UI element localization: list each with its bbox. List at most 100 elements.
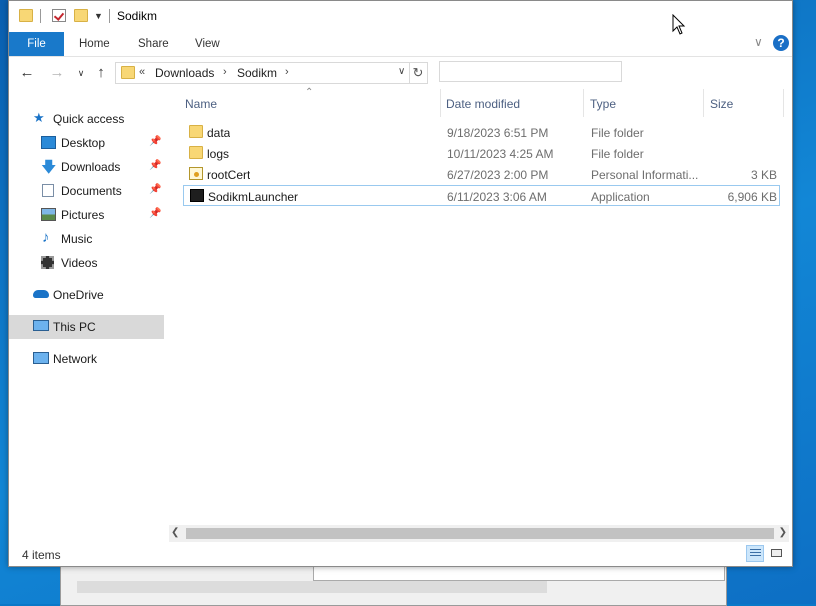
up-arrow-icon[interactable]: ↑ — [91, 63, 111, 83]
star-icon: ★ — [33, 110, 45, 125]
sidebar-item-label: Desktop — [61, 136, 106, 150]
folder-icon — [189, 146, 203, 159]
search-input[interactable] — [439, 61, 622, 82]
tab-home[interactable]: Home — [79, 32, 110, 56]
this-pc-icon — [33, 320, 49, 331]
file-type: File folder — [591, 126, 644, 140]
scroll-left-icon[interactable]: ❮ — [171, 527, 179, 538]
scrollbar-thumb[interactable] — [186, 528, 774, 539]
table-row[interactable]: SodikmLauncher 6/11/2023 3:06 AM Applica… — [183, 185, 780, 206]
folder-icon — [19, 9, 33, 22]
help-icon[interactable]: ? — [773, 35, 789, 51]
file-type: Personal Informati... — [591, 168, 699, 182]
file-type: File folder — [591, 147, 644, 161]
sidebar-item-network[interactable]: Network — [9, 347, 164, 371]
new-folder-icon[interactable] — [74, 9, 88, 22]
file-explorer-window: ▼ Sodikm File Home Share View ∨ ? ← → ∨ … — [8, 0, 793, 567]
breadcrumb-downloads[interactable]: Downloads — [155, 66, 214, 80]
column-headers: ⌃ Name Date modified Type Size — [185, 87, 785, 117]
column-name[interactable]: Name — [185, 97, 217, 111]
large-icons-view-button[interactable] — [768, 545, 786, 562]
tab-file[interactable]: File — [9, 32, 64, 56]
address-bar-row: ← → ∨ ↑ « Downloads › Sodikm › ∨ ↻ — [9, 57, 792, 89]
title-separator — [109, 9, 110, 23]
sidebar-item-label: Music — [61, 232, 93, 246]
pin-icon[interactable]: 📌 — [149, 208, 161, 219]
pin-icon[interactable]: 📌 — [149, 160, 161, 171]
address-overflow[interactable]: « — [139, 66, 145, 78]
certificate-icon — [189, 167, 203, 180]
address-box[interactable]: « Downloads › Sodikm › ∨ — [115, 62, 410, 84]
item-count: 4 items — [22, 548, 61, 562]
column-divider[interactable] — [583, 89, 584, 117]
column-divider[interactable] — [440, 89, 441, 117]
application-icon — [190, 189, 204, 202]
background-window-scrollbar — [77, 581, 547, 593]
status-bar: 4 items — [9, 543, 792, 565]
sidebar-item-label: Quick access — [53, 112, 125, 126]
file-date: 10/11/2023 4:25 AM — [447, 147, 554, 161]
back-arrow-icon[interactable]: ← — [17, 63, 37, 83]
sidebar-item-downloads[interactable]: 🡇 Downloads 📌 — [9, 155, 164, 179]
file-name: data — [207, 126, 231, 140]
documents-icon — [42, 184, 54, 197]
scroll-right-icon[interactable]: ❯ — [779, 527, 787, 538]
details-view-icon — [750, 549, 761, 558]
music-icon: ♪ — [42, 229, 50, 246]
table-row[interactable]: logs 10/11/2023 4:25 AM File folder — [183, 143, 780, 164]
sidebar-item-documents[interactable]: Documents 📌 — [9, 179, 164, 203]
file-date: 6/11/2023 3:06 AM — [447, 190, 547, 204]
column-divider[interactable] — [783, 89, 784, 117]
sidebar-item-onedrive[interactable]: OneDrive — [9, 283, 164, 307]
tab-share[interactable]: Share — [138, 32, 169, 56]
onedrive-icon — [33, 290, 49, 298]
sort-ascending-icon: ⌃ — [305, 87, 314, 98]
table-row[interactable]: data 9/18/2023 6:51 PM File folder — [183, 122, 780, 143]
file-name: SodikmLauncher — [208, 190, 299, 204]
desktop-icon — [41, 136, 56, 149]
recent-locations-icon[interactable]: ∨ — [71, 63, 91, 83]
sidebar-item-videos[interactable]: Videos — [9, 251, 164, 275]
mouse-cursor-icon — [672, 14, 686, 35]
customize-toolbar-icon[interactable]: ▼ — [94, 11, 103, 21]
table-row[interactable]: rootCert 6/27/2023 2:00 PM Personal Info… — [183, 164, 780, 185]
file-date: 6/27/2023 2:00 PM — [447, 168, 549, 182]
window-title: Sodikm — [117, 9, 158, 23]
chevron-right-icon[interactable]: › — [285, 66, 289, 78]
expand-ribbon-icon[interactable]: ∨ — [754, 35, 763, 49]
folder-icon — [121, 66, 135, 79]
refresh-icon[interactable]: ↻ — [409, 62, 428, 84]
title-separator — [40, 9, 41, 23]
forward-arrow-icon[interactable]: → — [47, 63, 67, 83]
sidebar-item-quick-access[interactable]: ★ Quick access — [9, 107, 164, 131]
details-view-button[interactable] — [746, 545, 764, 562]
pictures-icon — [41, 208, 56, 221]
sidebar-item-label: OneDrive — [53, 288, 104, 302]
pin-icon[interactable]: 📌 — [149, 136, 161, 147]
horizontal-scrollbar[interactable]: ❮ ❯ — [169, 525, 789, 542]
sidebar-item-pictures[interactable]: Pictures 📌 — [9, 203, 164, 227]
sidebar-item-label: Downloads — [61, 160, 121, 174]
chevron-down-icon[interactable]: ∨ — [398, 66, 405, 77]
file-name: rootCert — [207, 168, 251, 182]
column-size[interactable]: Size — [710, 97, 733, 111]
chevron-right-icon[interactable]: › — [223, 66, 227, 78]
breadcrumb-sodikm[interactable]: Sodikm — [237, 66, 277, 80]
sidebar-item-label: Videos — [61, 256, 98, 270]
tab-view[interactable]: View — [195, 32, 220, 56]
file-type: Application — [591, 190, 650, 204]
column-type[interactable]: Type — [590, 97, 616, 111]
network-icon — [33, 352, 49, 364]
properties-icon[interactable] — [52, 9, 66, 22]
column-divider[interactable] — [703, 89, 704, 117]
sidebar-item-music[interactable]: ♪ Music — [9, 227, 164, 251]
file-size: 6,906 KB — [727, 190, 777, 204]
sidebar-item-label: Network — [53, 352, 98, 366]
column-date-modified[interactable]: Date modified — [446, 97, 520, 111]
file-date: 9/18/2023 6:51 PM — [447, 126, 549, 140]
sidebar-item-this-pc[interactable]: This PC — [9, 315, 164, 339]
sidebar-item-desktop[interactable]: Desktop 📌 — [9, 131, 164, 155]
pin-icon[interactable]: 📌 — [149, 184, 161, 195]
large-icons-view-icon — [771, 549, 782, 557]
videos-icon — [41, 256, 54, 269]
